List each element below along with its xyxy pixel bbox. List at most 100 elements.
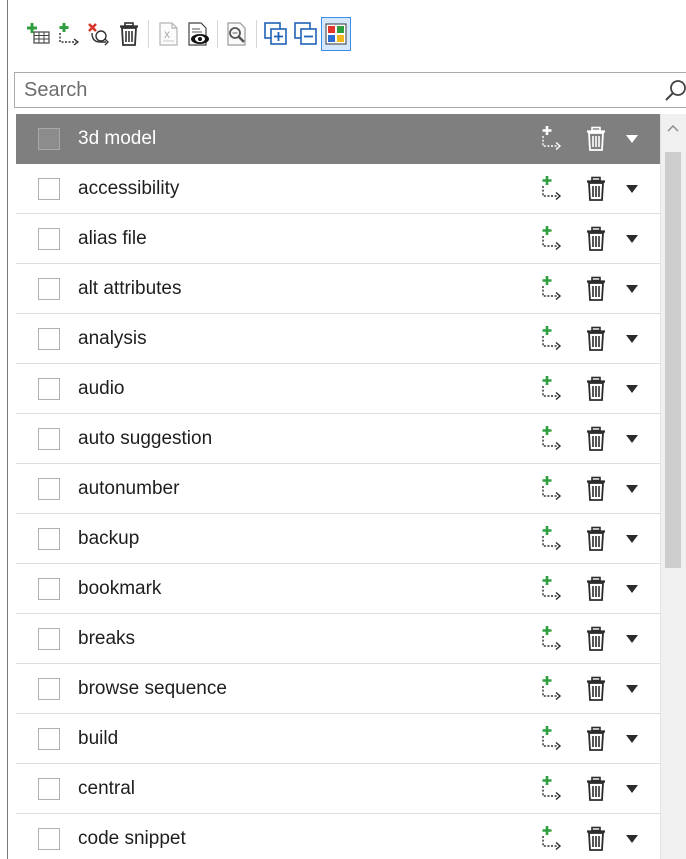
preview-button[interactable] — [183, 17, 213, 51]
list-item[interactable]: breaks — [16, 614, 660, 664]
vertical-scrollbar[interactable] — [660, 114, 686, 859]
add-tag-icon[interactable] — [538, 475, 566, 501]
item-checkbox[interactable] — [38, 578, 60, 600]
list-item[interactable]: autonumber — [16, 464, 660, 514]
list-item[interactable]: audio — [16, 364, 660, 414]
delete-icon[interactable] — [584, 376, 608, 402]
scroll-up-arrow-icon[interactable] — [667, 124, 679, 132]
properties-button[interactable] — [222, 17, 252, 51]
chevron-down-icon[interactable] — [625, 634, 639, 644]
delete-icon[interactable] — [584, 176, 608, 202]
delete-icon[interactable] — [584, 626, 608, 652]
item-label: backup — [78, 528, 140, 549]
list-item[interactable]: 3d model — [16, 114, 660, 164]
item-checkbox[interactable] — [38, 378, 60, 400]
list-item[interactable]: alt attributes — [16, 264, 660, 314]
search-icon[interactable] — [663, 79, 686, 103]
add-tag-icon[interactable] — [538, 775, 566, 801]
list-item[interactable]: backup — [16, 514, 660, 564]
item-label: audio — [78, 378, 125, 399]
chevron-down-icon[interactable] — [625, 284, 639, 294]
delete-icon[interactable] — [584, 326, 608, 352]
delete-icon[interactable] — [584, 126, 608, 152]
export-excel-button[interactable]: X — [153, 17, 183, 51]
remove-tag-button[interactable] — [84, 17, 114, 51]
export-excel-icon: X — [159, 22, 178, 46]
delete-button[interactable] — [114, 17, 144, 51]
chevron-down-icon[interactable] — [625, 184, 639, 194]
chevron-down-icon[interactable] — [625, 584, 639, 594]
expand-all-button[interactable] — [261, 17, 291, 51]
add-tag-icon[interactable] — [538, 725, 566, 751]
chevron-down-icon[interactable] — [625, 334, 639, 344]
delete-icon[interactable] — [584, 826, 608, 852]
list-item[interactable]: build — [16, 714, 660, 764]
toolbar: X — [8, 0, 686, 68]
item-checkbox[interactable] — [38, 678, 60, 700]
list-item[interactable]: code snippet — [16, 814, 660, 859]
delete-icon[interactable] — [584, 276, 608, 302]
list-item[interactable]: accessibility — [16, 164, 660, 214]
remove-tag-icon — [88, 23, 109, 46]
chevron-down-icon[interactable] — [625, 234, 639, 244]
svg-text:X: X — [164, 30, 170, 40]
chevron-down-icon[interactable] — [625, 484, 639, 494]
delete-icon[interactable] — [584, 476, 608, 502]
delete-icon[interactable] — [584, 776, 608, 802]
add-tag-icon[interactable] — [538, 425, 566, 451]
list-item[interactable]: alias file — [16, 214, 660, 264]
add-tag-icon[interactable] — [538, 275, 566, 301]
list-item[interactable]: browse sequence — [16, 664, 660, 714]
chevron-down-icon[interactable] — [625, 534, 639, 544]
item-checkbox[interactable] — [38, 778, 60, 800]
item-checkbox[interactable] — [38, 528, 60, 550]
chevron-down-icon[interactable] — [625, 834, 639, 844]
item-label: breaks — [78, 628, 136, 649]
item-label: analysis — [78, 328, 147, 349]
item-checkbox[interactable] — [38, 228, 60, 250]
chevron-down-icon[interactable] — [625, 784, 639, 794]
add-tag-icon[interactable] — [538, 625, 566, 651]
delete-icon[interactable] — [584, 226, 608, 252]
item-checkbox[interactable] — [38, 278, 60, 300]
add-tag-icon[interactable] — [538, 325, 566, 351]
chevron-down-icon[interactable] — [625, 684, 639, 694]
search-input[interactable] — [15, 73, 655, 107]
add-tag-icon[interactable] — [538, 375, 566, 401]
add-tag-icon[interactable] — [538, 225, 566, 251]
add-tag-icon[interactable] — [538, 525, 566, 551]
add-tag-icon[interactable] — [538, 575, 566, 601]
color-view-button[interactable] — [321, 17, 351, 51]
add-tag-icon[interactable] — [538, 175, 566, 201]
list-item[interactable]: bookmark — [16, 564, 660, 614]
delete-icon[interactable] — [584, 676, 608, 702]
delete-icon[interactable] — [584, 426, 608, 452]
list-item[interactable]: central — [16, 764, 660, 814]
add-tag-icon[interactable] — [538, 675, 566, 701]
list-item[interactable]: auto suggestion — [16, 414, 660, 464]
tag-manager-panel: X Search 3d model accessibility alias fi… — [0, 0, 686, 859]
item-checkbox[interactable] — [38, 328, 60, 350]
item-checkbox[interactable] — [38, 178, 60, 200]
chevron-down-icon[interactable] — [625, 134, 639, 144]
scrollbar-thumb[interactable] — [665, 152, 681, 568]
item-checkbox[interactable] — [38, 428, 60, 450]
item-checkbox[interactable] — [38, 728, 60, 750]
chevron-down-icon[interactable] — [625, 734, 639, 744]
item-checkbox[interactable] — [38, 478, 60, 500]
add-category-button[interactable] — [24, 17, 54, 51]
add-tag-button[interactable] — [54, 17, 84, 51]
chevron-down-icon[interactable] — [625, 384, 639, 394]
item-checkbox[interactable] — [38, 828, 60, 850]
search-box — [14, 72, 686, 108]
item-checkbox[interactable] — [38, 628, 60, 650]
delete-icon[interactable] — [584, 576, 608, 602]
chevron-down-icon[interactable] — [625, 434, 639, 444]
collapse-all-button[interactable] — [291, 17, 321, 51]
add-tag-icon[interactable] — [538, 125, 566, 151]
list-item[interactable]: analysis — [16, 314, 660, 364]
add-tag-icon[interactable] — [538, 825, 566, 851]
delete-icon[interactable] — [584, 526, 608, 552]
delete-icon[interactable] — [584, 726, 608, 752]
item-checkbox[interactable] — [38, 128, 60, 150]
